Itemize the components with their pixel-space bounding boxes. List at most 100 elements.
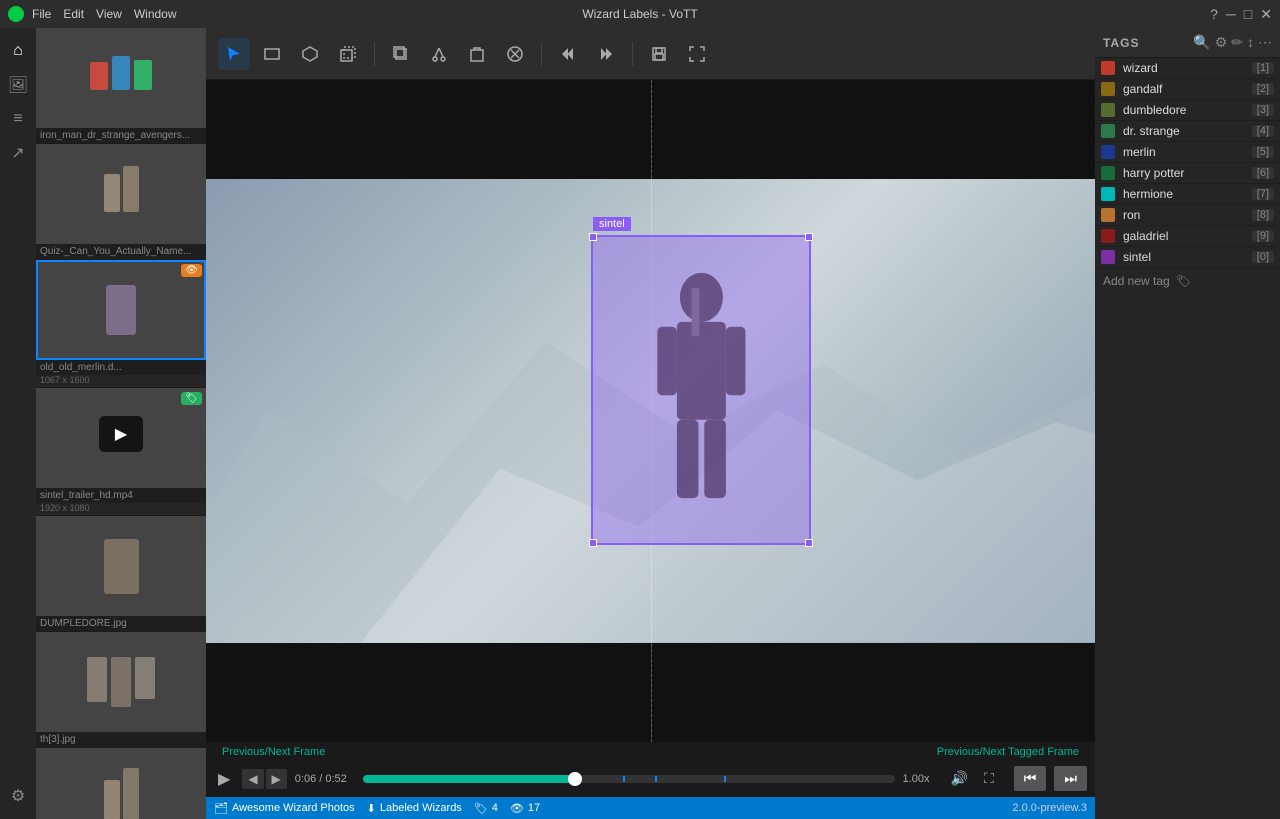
handle-top-right[interactable] <box>805 233 813 241</box>
tags-header: TAGS 🔍 ⚙ ✏ ↕ ⋯ <box>1095 28 1280 58</box>
tool-delete[interactable] <box>499 38 531 70</box>
prev-next-controls: ◀ ▶ <box>242 769 286 789</box>
handle-bottom-right[interactable] <box>805 539 813 547</box>
next-frame-btn[interactable]: ▶ <box>266 769 287 789</box>
tags-sort-icon[interactable]: ↕ <box>1247 34 1254 51</box>
file-item-1[interactable]: iron_man_dr_strange_avengers... <box>36 28 206 144</box>
file-dims-4: 1920 x 1080 <box>36 503 206 515</box>
fullscreen-btn[interactable]: ⛶ <box>980 768 998 789</box>
footer-version: 2.0.0-preview.3 <box>1012 802 1087 814</box>
file-item-3[interactable]: 👁 old_old_merlin.d... 1067 x 1600 <box>36 260 206 388</box>
tag-color-8 <box>1101 229 1115 243</box>
tags-filter-icon[interactable]: ⚙ <box>1215 34 1228 51</box>
tag-item-hermione[interactable]: hermione [7] <box>1095 184 1280 205</box>
menu-file[interactable]: File <box>32 7 51 21</box>
file-label-1: iron_man_dr_strange_avengers... <box>36 128 206 143</box>
footer-tags: 🏷 4 <box>474 802 498 815</box>
help-btn[interactable]: ? <box>1210 6 1218 23</box>
file-label-2: Quiz-_Can_You_Actually_Name... <box>36 244 206 259</box>
tags-more-icon[interactable]: ⋯ <box>1258 34 1272 51</box>
tool-fullscreen[interactable] <box>681 38 713 70</box>
tool-cut[interactable] <box>423 38 455 70</box>
tool-paste[interactable] <box>461 38 493 70</box>
tool-next[interactable] <box>590 38 622 70</box>
tags-list: wizard [1] gandalf [2] dumbledore [3] dr… <box>1095 58 1280 268</box>
annotation-box[interactable]: sintel <box>591 235 811 545</box>
footer: 🗂 Awesome Wizard Photos ⬇ Labeled Wizard… <box>206 797 1095 819</box>
close-btn[interactable]: ✕ <box>1260 6 1272 23</box>
tag-name-4: merlin <box>1123 145 1252 159</box>
tag-item-ron[interactable]: ron [8] <box>1095 205 1280 226</box>
add-tag-icon: 🏷 <box>1176 274 1191 288</box>
tag-count-0: [1] <box>1252 62 1274 74</box>
file-item-5[interactable]: DUMPLEDORE.jpg <box>36 516 206 632</box>
volume-btn[interactable]: 🔊 <box>947 768 972 789</box>
footer-visits: 👁 17 <box>510 802 540 815</box>
nav-home[interactable]: ⌂ <box>3 36 33 66</box>
marker-1 <box>623 776 625 782</box>
tag-item-wizard[interactable]: wizard [1] <box>1095 58 1280 79</box>
tag-color-6 <box>1101 187 1115 201</box>
tags-icons: 🔍 ⚙ ✏ ↕ ⋯ <box>1193 34 1272 51</box>
file-item-6[interactable]: th[3].jpg <box>36 632 206 748</box>
tool-polygon[interactable] <box>294 38 326 70</box>
time-display: 0:06 / 0:52 <box>295 773 355 785</box>
footer-export: ⬇ Labeled Wizards <box>367 802 462 815</box>
tag-name-9: sintel <box>1123 250 1252 264</box>
tool-select[interactable] <box>218 38 250 70</box>
file-item-2[interactable]: Quiz-_Can_You_Actually_Name... <box>36 144 206 260</box>
tool-rect[interactable] <box>256 38 288 70</box>
frame-jump-next[interactable]: ⏭ <box>1054 766 1087 791</box>
add-new-tag[interactable]: Add new tag 🏷 <box>1095 268 1280 294</box>
tag-item-harry-potter[interactable]: harry potter [6] <box>1095 163 1280 184</box>
menu-view[interactable]: View <box>96 7 122 21</box>
tool-prev[interactable] <box>552 38 584 70</box>
file-item-4[interactable]: ▶ 🏷 sintel_trailer_hd.mp4 1920 x 1080 <box>36 388 206 516</box>
seek-bar[interactable] <box>363 775 895 783</box>
tags-search-icon[interactable]: 🔍 <box>1193 34 1210 51</box>
file-thumb-6 <box>36 632 206 732</box>
tool-copy-region[interactable] <box>332 38 364 70</box>
tag-name-6: hermione <box>1123 187 1252 201</box>
seek-fill <box>363 775 576 783</box>
tags-icon: 🏷 <box>474 802 488 815</box>
add-tag-label: Add new tag <box>1103 274 1170 288</box>
tool-duplicate[interactable] <box>385 38 417 70</box>
tag-color-5 <box>1101 166 1115 180</box>
export-icon: ⬇ <box>367 802 376 815</box>
nav-images[interactable]: 🖼 <box>3 70 33 100</box>
prev-frame-btn[interactable]: ◀ <box>242 769 263 789</box>
tag-item-merlin[interactable]: merlin [5] <box>1095 142 1280 163</box>
handle-bottom-left[interactable] <box>589 539 597 547</box>
file-item-7[interactable] <box>36 748 206 819</box>
tag-name-3: dr. strange <box>1123 124 1252 138</box>
tag-color-7 <box>1101 208 1115 222</box>
nav-export[interactable]: ↗ <box>3 138 33 168</box>
play-button[interactable]: ▶ <box>214 767 234 791</box>
tag-item-gandalf[interactable]: gandalf [2] <box>1095 79 1280 100</box>
minimize-btn[interactable]: ─ <box>1226 6 1236 23</box>
tag-item-dumbledore[interactable]: dumbledore [3] <box>1095 100 1280 121</box>
file-panel: iron_man_dr_strange_avengers... Quiz-_Ca… <box>36 28 206 819</box>
file-thumb-2 <box>36 144 206 244</box>
handle-top-left[interactable] <box>589 233 597 241</box>
seek-handle[interactable] <box>568 772 582 786</box>
tag-count-1: [2] <box>1252 83 1274 95</box>
tags-edit-icon[interactable]: ✏ <box>1231 34 1243 51</box>
tag-item-galadriel[interactable]: galadriel [9] <box>1095 226 1280 247</box>
annotation-label: sintel <box>593 217 631 231</box>
menu-edit[interactable]: Edit <box>63 7 84 21</box>
tag-item-sintel[interactable]: sintel [0] <box>1095 247 1280 268</box>
titlebar: File Edit View Window Wizard Labels - Vo… <box>0 0 1280 28</box>
right-panel: TAGS 🔍 ⚙ ✏ ↕ ⋯ wizard [1] gandalf [2] du… <box>1095 28 1280 819</box>
tag-name-1: gandalf <box>1123 82 1252 96</box>
nav-settings[interactable]: ≡ <box>3 104 33 134</box>
tag-count-2: [3] <box>1252 104 1274 116</box>
maximize-btn[interactable]: □ <box>1244 6 1252 23</box>
frame-jump-prev[interactable]: ⏮ <box>1014 766 1047 791</box>
tool-save[interactable] <box>643 38 675 70</box>
tag-item-dr.-strange[interactable]: dr. strange [4] <box>1095 121 1280 142</box>
nav-help[interactable]: ⚙ <box>3 781 33 811</box>
marker-3 <box>724 776 726 782</box>
menu-window[interactable]: Window <box>134 7 177 21</box>
